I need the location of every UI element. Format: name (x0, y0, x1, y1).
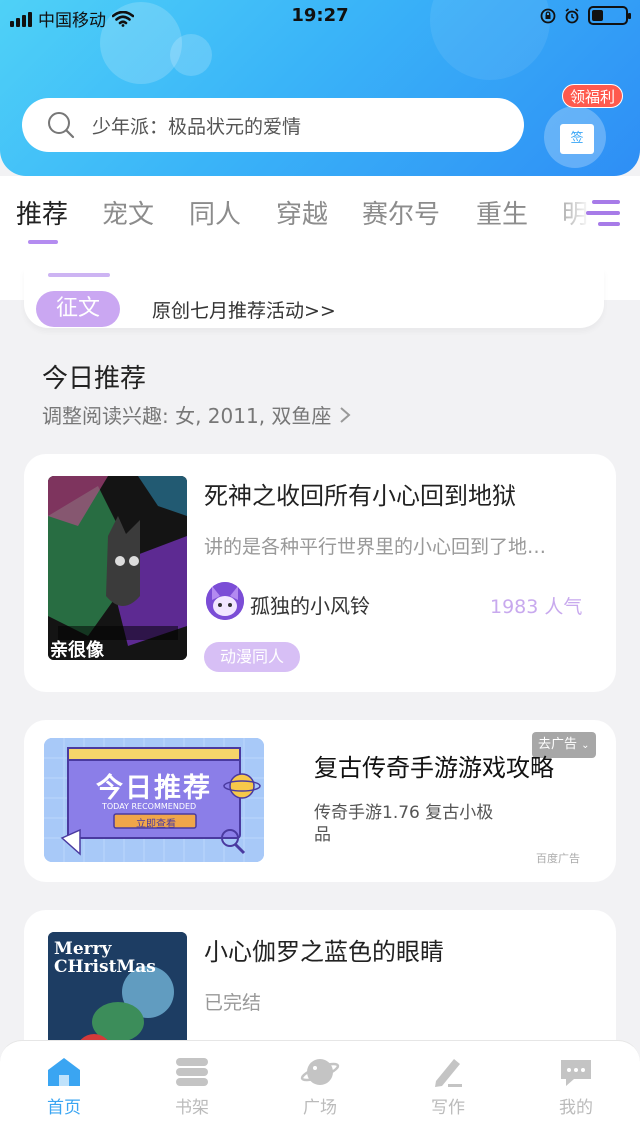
book-card[interactable]: 亲很像 死神之收回所有小心回到地狱 讲的是各种平行世界里的小心回到了地… 孤独的… (24, 454, 616, 692)
chevron-right-icon (340, 406, 351, 423)
essay-tag: 征文 (36, 291, 120, 327)
nav-square[interactable]: 广场 (280, 1055, 360, 1118)
search-bar[interactable]: 少年派：极品状元的爱情 (22, 98, 524, 152)
ad-description: 传奇手游1.76 复古小极品 (314, 803, 494, 845)
nav-profile[interactable]: 我的 (536, 1055, 616, 1118)
nav-home[interactable]: 首页 (24, 1055, 104, 1118)
gift-box-icon: 签 (560, 124, 594, 154)
tab-time-travel[interactable]: 穿越 (276, 194, 328, 231)
cover-caption: 亲很像 (50, 640, 104, 660)
nav-profile-label: 我的 (559, 1098, 593, 1118)
tab-pet-romance[interactable]: 宠文 (102, 194, 154, 231)
ad-title: 复古传奇手游游戏攻略 (314, 754, 554, 782)
tab-rebirth[interactable]: 重生 (476, 194, 528, 231)
popularity-count: 1983 人气 (490, 596, 583, 618)
nav-home-label: 首页 (47, 1098, 81, 1118)
book-description: 讲的是各种平行世界里的小心回到了地… (204, 536, 547, 558)
chevron-down-icon: ⌄ (581, 740, 590, 751)
book-cover: 亲很像 (48, 476, 187, 660)
welfare-gift-button[interactable]: 签 领福利 (544, 84, 624, 170)
pen-icon (435, 1059, 462, 1087)
rotation-lock-icon (540, 8, 556, 23)
search-icon (48, 112, 75, 139)
tab-fanfic[interactable]: 同人 (189, 194, 241, 231)
author-name[interactable]: 孤独的小风铃 (250, 590, 370, 619)
ad-banner: 今日推荐 TODAY RECOMMENDED 立即查看 (44, 738, 264, 862)
nav-bookshelf-label: 书架 (175, 1098, 209, 1118)
category-tabs: 推荐 宠文 同人 穿越 赛尔号 重生 明星 (0, 176, 640, 254)
nav-write-label: 写作 (431, 1098, 465, 1118)
interest-settings-link[interactable]: 调整阅读兴趣: 女, 2011, 双鱼座 (42, 400, 351, 429)
section-title: 今日推荐 (42, 364, 147, 394)
book-status: 已完结 (204, 992, 262, 1014)
menu-icon[interactable] (586, 198, 620, 228)
active-tab-indicator (28, 240, 58, 244)
status-bar: 中国移动 19:27 (0, 0, 640, 34)
ad-banner-subtitle: TODAY RECOMMENDED (102, 802, 197, 811)
ad-source: 百度广告 (536, 852, 580, 865)
alarm-icon (565, 7, 579, 23)
bottom-navigation: 首页 书架 广场 写作 我的 (0, 1040, 640, 1138)
tab-recommend[interactable]: 推荐 (16, 194, 68, 231)
cover-caption: Merry CHristMas (54, 939, 156, 977)
ad-card[interactable]: 今日推荐 TODAY RECOMMENDED 立即查看 去广告 ⌄ 复古传奇手游… (24, 720, 616, 882)
ad-banner-title: 今日推荐 (96, 773, 212, 804)
search-placeholder: 少年派：极品状元的爱情 (92, 115, 302, 138)
header-banner: 中国移动 19:27 少年派：极品状元的爱情 签 领福利 (0, 0, 640, 176)
nav-bookshelf[interactable]: 书架 (152, 1055, 232, 1118)
nav-square-label: 广场 (303, 1098, 337, 1118)
planet-icon (300, 1059, 340, 1085)
nav-write[interactable]: 写作 (408, 1055, 488, 1118)
welfare-badge: 领福利 (562, 84, 624, 108)
tab-seer[interactable]: 赛尔号 (362, 194, 440, 231)
genre-tag[interactable]: 动漫同人 (204, 642, 301, 672)
notice-link[interactable]: 原创七月推荐活动>> (152, 296, 336, 323)
chat-bubble-icon (561, 1060, 591, 1086)
battery-icon (588, 6, 631, 25)
bookshelf-icon (176, 1058, 208, 1086)
author-avatar (206, 582, 244, 620)
book-title: 死神之收回所有小心回到地狱 (204, 482, 516, 510)
interest-settings-text: 调整阅读兴趣: 女, 2011, 双鱼座 (42, 404, 332, 428)
home-icon (48, 1058, 80, 1086)
book-title: 小心伽罗之蓝色的眼睛 (204, 938, 444, 966)
ad-banner-button: 立即查看 (136, 819, 176, 830)
